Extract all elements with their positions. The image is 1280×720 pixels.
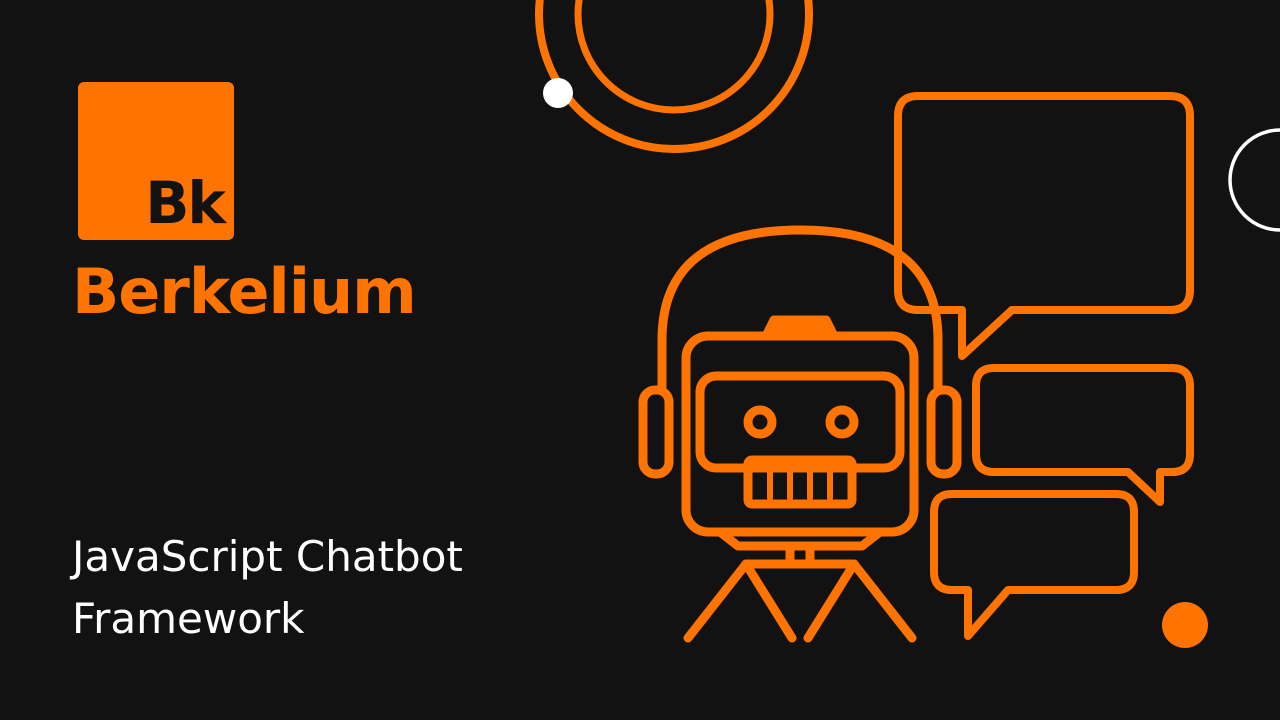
robot-icon	[638, 225, 962, 643]
white-ring-icon	[1228, 128, 1280, 232]
hero-banner: Bk Berkelium JavaScript Chatbot Framewor…	[0, 0, 1280, 720]
chatbot-illustration	[535, 0, 1280, 648]
speech-bubble-large-icon	[894, 92, 1194, 360]
white-dot-icon	[543, 78, 573, 108]
speech-bubble-small-icon	[930, 490, 1138, 640]
orange-dot-icon	[1162, 602, 1208, 648]
speech-bubble-middle-icon	[972, 364, 1194, 506]
top-ring-icon	[535, 0, 813, 153]
